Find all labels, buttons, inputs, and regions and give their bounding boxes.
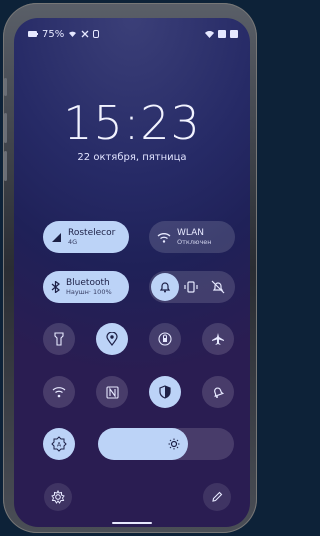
screen: 75% 15:23 22 октября, пятница Rostelecor… <box>14 18 250 527</box>
brightness-slider[interactable] <box>98 428 234 460</box>
pencil-icon <box>211 491 223 503</box>
volume-down-button <box>4 151 7 181</box>
shield-icon <box>159 385 171 399</box>
signal-icon <box>51 232 62 243</box>
edit-tiles-button[interactable] <box>203 483 231 511</box>
sound-mode-selector[interactable] <box>149 271 235 303</box>
home-indicator[interactable] <box>112 522 152 524</box>
bluetooth-icon <box>51 281 60 293</box>
battery-percent: 75% <box>42 28 65 40</box>
mute-switch <box>4 78 7 96</box>
clock: 15:23 <box>63 96 201 150</box>
auto-brightness-tile[interactable]: A <box>43 428 75 460</box>
wlan-title: WLAN <box>177 228 205 238</box>
gear-icon <box>51 490 65 504</box>
sim2-icon <box>230 30 238 38</box>
nfc-icon <box>105 385 119 399</box>
flashlight-icon <box>54 332 64 346</box>
sun-icon <box>168 438 180 450</box>
vibrate-icon[interactable] <box>184 280 198 294</box>
do-not-disturb-tile[interactable] <box>202 376 234 408</box>
nfc-tile[interactable] <box>96 376 128 408</box>
wlan-tile[interactable]: WLAN Отключен <box>149 221 235 253</box>
mobile-data-title: Rostelecor <box>68 228 116 238</box>
bluetooth-title: Bluetooth <box>66 278 110 288</box>
date: 22 октября, пятница <box>77 152 187 163</box>
rotation-lock-tile[interactable] <box>149 323 181 355</box>
data-saver-tile[interactable] <box>149 376 181 408</box>
wifi-icon <box>157 232 171 243</box>
bluetooth-subtitle: Наушн· 100% <box>66 288 112 296</box>
status-bar: 75% <box>28 27 238 41</box>
hotspot-icon <box>52 386 66 398</box>
auto-brightness-icon: A <box>51 436 67 452</box>
airplane-icon <box>211 332 225 346</box>
wifi-off-icon <box>68 30 77 38</box>
wlan-subtitle: Отключен <box>177 238 212 246</box>
nfc-icon <box>93 30 100 38</box>
svg-text:A: A <box>57 442 62 449</box>
mobile-data-subtitle: 4G <box>68 238 78 246</box>
settings-button[interactable] <box>44 483 72 511</box>
volume-up-button <box>4 113 7 143</box>
bell-off-icon[interactable] <box>211 280 225 294</box>
sound-ring-button[interactable] <box>151 273 179 301</box>
sim1-icon <box>218 30 226 38</box>
brightness-slider-fill <box>98 428 188 460</box>
location-pin-icon <box>106 332 118 346</box>
hotspot-tile[interactable] <box>43 376 75 408</box>
phone-frame: 75% 15:23 22 октября, пятница Rostelecor… <box>3 3 257 533</box>
bluetooth-tile[interactable]: Bluetooth Наушн· 100% <box>43 271 129 303</box>
airplane-mode-tile[interactable] <box>202 323 234 355</box>
wifi-icon <box>205 30 214 38</box>
mute-icon <box>81 30 89 38</box>
flashlight-tile[interactable] <box>43 323 75 355</box>
mobile-data-tile[interactable]: Rostelecor 4G <box>43 221 129 253</box>
bell-tilted-icon <box>211 385 225 399</box>
rotation-lock-icon <box>158 332 172 346</box>
battery-icon <box>28 31 38 37</box>
bell-icon <box>159 281 171 293</box>
location-tile[interactable] <box>96 323 128 355</box>
